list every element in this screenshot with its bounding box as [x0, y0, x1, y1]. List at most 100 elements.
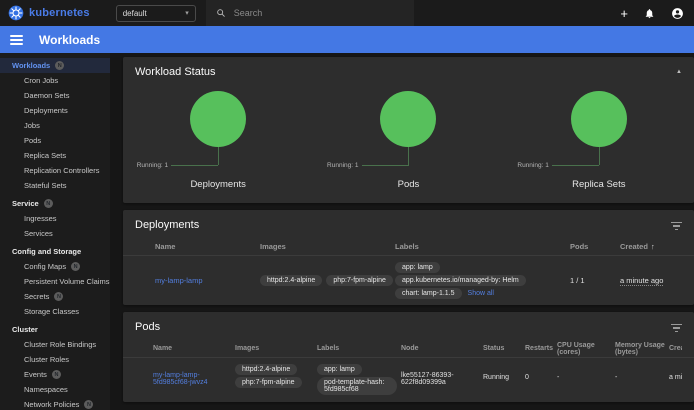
column-header-memory-usage[interactable]: Memory Usage (bytes): [615, 342, 669, 356]
search-box[interactable]: [206, 0, 414, 26]
create-resource-button[interactable]: +: [620, 7, 628, 20]
deployments-table-header: Name Images Labels Pods Created↑: [123, 238, 694, 256]
menu-hamburger-icon[interactable]: [10, 35, 23, 45]
sidebar-item-network-policies[interactable]: Network PoliciesN: [0, 397, 110, 410]
sidebar-item-persistent-volume-claims[interactable]: Persistent Volume ClaimsN: [0, 274, 110, 289]
user-account-icon[interactable]: [671, 7, 684, 20]
pods-pie-chart: Running: 1 Pods: [313, 85, 503, 203]
sidebar-item-daemon-sets[interactable]: Daemon Sets: [0, 88, 110, 103]
pie-circle: [380, 91, 436, 147]
namespaced-badge-icon: N: [52, 370, 61, 379]
pod-name-link[interactable]: my-lamp-lamp-5fd985cf68-jwvz4: [153, 372, 207, 386]
pods-table-header: Name Images Labels Node Status Restarts …: [123, 340, 694, 358]
brand-text: kubernetes: [29, 7, 90, 19]
notifications-bell-icon[interactable]: [644, 8, 655, 19]
node-name: lke55127-86393-622f8d09399a: [401, 362, 483, 386]
sidebar-item-replication-controllers[interactable]: Replication Controllers: [0, 163, 110, 178]
label-chip: app: lamp: [317, 364, 362, 375]
deployment-name-link[interactable]: my-lamp-lamp: [155, 276, 203, 285]
column-header-created[interactable]: Created↑: [620, 242, 682, 251]
label-chip: pod-template-hash: 5fd985cf68: [317, 377, 397, 395]
search-icon: [216, 8, 226, 18]
workload-status-card: Workload Status ▲ Running: 1 Deployments: [123, 57, 694, 203]
sidebar-section-workloads[interactable]: Workloads N: [0, 58, 110, 73]
cpu-usage-value: -: [557, 362, 615, 381]
collapse-caret-icon[interactable]: ▲: [676, 69, 682, 75]
kubernetes-logo[interactable]: kubernetes: [8, 5, 90, 21]
pie-circle: [190, 91, 246, 147]
sidebar-item-namespaces[interactable]: Namespaces: [0, 382, 110, 397]
deployment-row: my-lamp-lamp httpd:2.4-alpine php:7-fpm-…: [123, 256, 694, 305]
sidebar-item-replica-sets[interactable]: Replica Sets: [0, 148, 110, 163]
filter-icon[interactable]: [671, 322, 682, 333]
column-header-restarts[interactable]: Restarts: [525, 345, 557, 352]
column-header-status[interactable]: Status: [483, 345, 525, 352]
sidebar-item-cluster-role-bindings[interactable]: Cluster Role Bindings: [0, 337, 110, 352]
column-header-name[interactable]: Name: [153, 345, 235, 352]
sidebar-item-services[interactable]: Services: [0, 226, 110, 241]
column-header-labels[interactable]: Labels: [395, 242, 570, 251]
sort-ascending-icon: ↑: [651, 242, 655, 251]
workload-status-title: Workload Status: [135, 66, 216, 78]
sidebar-item-deployments[interactable]: Deployments: [0, 103, 110, 118]
created-timestamp[interactable]: a minute ago: [620, 276, 663, 286]
sidebar-section-config-and-storage[interactable]: Config and Storage: [0, 244, 110, 259]
namespaced-badge-icon: N: [54, 292, 63, 301]
sidebar-item-events[interactable]: EventsN: [0, 367, 110, 382]
image-chip: httpd:2.4-alpine: [235, 364, 297, 375]
pie-legend: Running: 1: [327, 162, 358, 169]
column-header-pods[interactable]: Pods: [570, 242, 620, 251]
sidebar-item-secrets[interactable]: SecretsN: [0, 289, 110, 304]
restarts-count: 0: [525, 362, 557, 381]
column-header-images[interactable]: Images: [235, 345, 317, 352]
pie-circle: [571, 91, 627, 147]
pie-legend: Running: 1: [517, 162, 548, 169]
search-input[interactable]: [234, 8, 404, 18]
pods-title: Pods: [135, 321, 160, 333]
filter-icon[interactable]: [671, 220, 682, 231]
sidebar-item-config-maps[interactable]: Config MapsN: [0, 259, 110, 274]
sidebar-item-cluster-roles[interactable]: Cluster Roles: [0, 352, 110, 367]
column-header-images[interactable]: Images: [260, 242, 395, 251]
chevron-down-icon: ▾: [185, 9, 189, 17]
image-chip: httpd:2.4-alpine: [260, 275, 322, 286]
namespace-selector[interactable]: default ▾: [116, 5, 196, 22]
pie-chart-label: Deployments: [123, 179, 313, 190]
pods-ratio: 1 / 1: [570, 276, 620, 285]
app-bar: Workloads: [0, 26, 694, 53]
memory-usage-value: -: [615, 362, 669, 381]
sidebar-item-storage-classes[interactable]: Storage Classes: [0, 304, 110, 319]
pod-row: my-lamp-lamp-5fd985cf68-jwvz4 httpd:2.4-…: [123, 358, 694, 402]
pie-legend: Running: 1: [137, 162, 168, 169]
sidebar-nav: Workloads N Cron Jobs Daemon Sets Deploy…: [0, 53, 110, 410]
namespaced-badge-icon: N: [71, 262, 80, 271]
replica-sets-pie-chart: Running: 1 Replica Sets: [504, 85, 694, 203]
namespaced-badge-icon: N: [55, 61, 64, 70]
column-header-created[interactable]: Created↑: [669, 345, 682, 352]
pie-chart-label: Replica Sets: [504, 179, 694, 190]
top-bar: kubernetes default ▾ +: [0, 0, 694, 26]
page-title: Workloads: [39, 33, 100, 47]
deployments-pie-chart: Running: 1 Deployments: [123, 85, 313, 203]
image-chip: php:7-fpm-alpine: [326, 275, 393, 286]
sidebar-item-jobs[interactable]: Jobs: [0, 118, 110, 133]
sidebar-section-service[interactable]: Service N: [0, 196, 110, 211]
namespaced-badge-icon: N: [84, 400, 93, 409]
sidebar-item-cron-jobs[interactable]: Cron Jobs: [0, 73, 110, 88]
pie-chart-label: Pods: [313, 179, 503, 190]
column-header-labels[interactable]: Labels: [317, 345, 401, 352]
sidebar-section-cluster[interactable]: Cluster: [0, 322, 110, 337]
sidebar-item-stateful-sets[interactable]: Stateful Sets: [0, 178, 110, 193]
sidebar-item-ingresses[interactable]: Ingresses: [0, 211, 110, 226]
label-chip: app: lamp: [395, 262, 440, 273]
column-header-cpu-usage[interactable]: CPU Usage (cores): [557, 342, 615, 356]
column-header-name[interactable]: Name: [155, 242, 260, 251]
sidebar-item-pods[interactable]: Pods: [0, 133, 110, 148]
column-header-node[interactable]: Node: [401, 345, 483, 352]
label-chip: app.kubernetes.io/managed-by: Helm: [395, 275, 526, 286]
show-all-link[interactable]: Show all: [468, 290, 494, 297]
pod-status: Running: [483, 362, 525, 381]
deployments-card: Deployments Name Images Labels Pods Crea…: [123, 210, 694, 305]
deployments-title: Deployments: [135, 219, 199, 231]
created-timestamp[interactable]: a minute ago: [669, 374, 682, 381]
